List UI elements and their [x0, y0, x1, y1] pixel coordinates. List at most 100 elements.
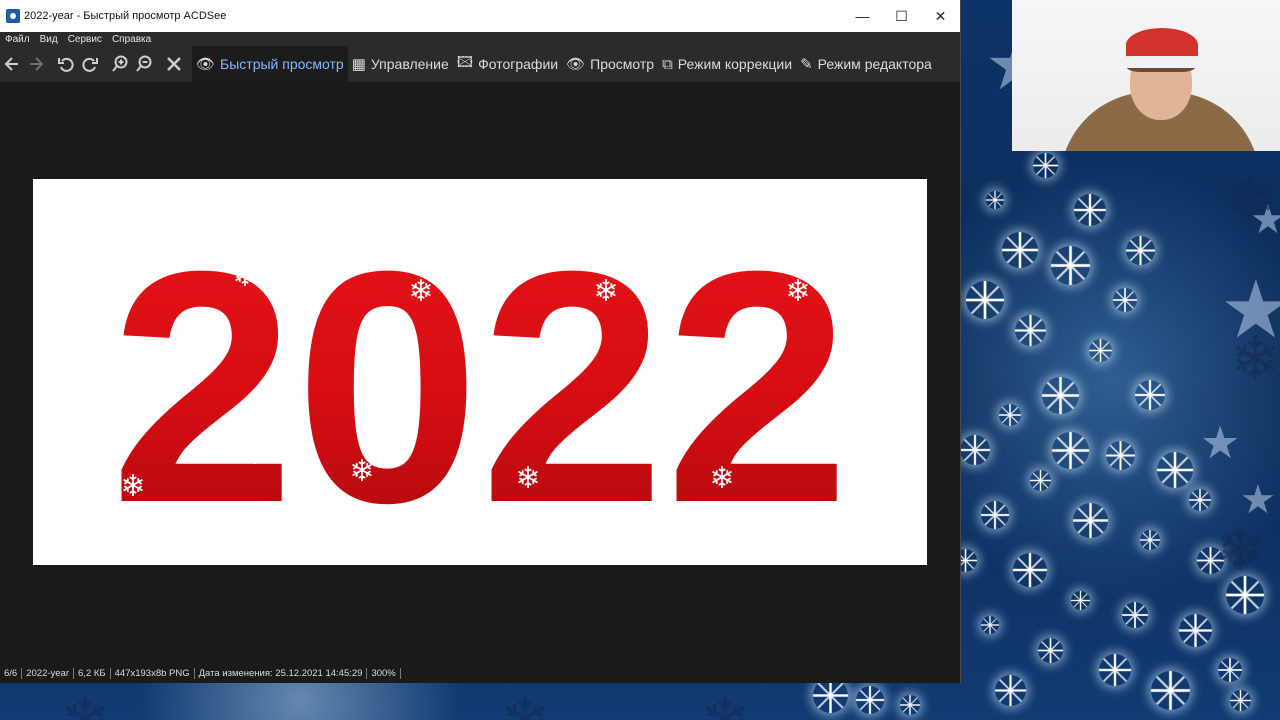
- sparkle-icon: [1125, 235, 1155, 265]
- maximize-button[interactable]: ☐: [882, 0, 921, 32]
- sparkle-icon: [999, 404, 1021, 426]
- rotate-right-icon[interactable]: [78, 46, 102, 82]
- sparkle-icon: [1050, 245, 1090, 285]
- sparkle-icon: [966, 281, 1004, 319]
- sparkle-icon: [1041, 376, 1079, 414]
- status-zoom[interactable]: 300%: [367, 668, 401, 679]
- status-dimensions: 447x193x8b PNG: [111, 668, 195, 679]
- rotate-left-icon[interactable]: [54, 46, 78, 82]
- sparkle-icon: [1135, 380, 1165, 410]
- title-bar[interactable]: 2022-year - Быстрый просмотр ACDSee — ☐ …: [0, 0, 960, 32]
- star-icon: ★: [1200, 417, 1241, 468]
- mode-label: Фотографии: [478, 56, 559, 72]
- snowflake-icon: ❄: [709, 461, 734, 496]
- snowflake-icon: ❄: [1230, 326, 1280, 393]
- sparkle-icon: [1013, 553, 1047, 587]
- snowflake-icon: ❄: [593, 274, 618, 309]
- sparkle-icon: [1178, 613, 1212, 647]
- sparkle-icon: [1051, 431, 1089, 469]
- sparkle-icon: [1088, 338, 1112, 362]
- sparkle-icon: [1113, 288, 1137, 312]
- sparkle-icon: [1229, 689, 1251, 711]
- sparkle-icon: [1218, 658, 1242, 682]
- webcam-overlay: [1012, 0, 1280, 151]
- sparkle-icon: [1070, 590, 1090, 610]
- snowflake-icon: ❄: [349, 454, 374, 489]
- menu-bar: Файл Вид Сервис Справка: [0, 32, 960, 46]
- zoom-out-icon[interactable]: [132, 46, 156, 82]
- sparkle-icon: [1014, 314, 1046, 346]
- sparkle-icon: [1189, 489, 1211, 511]
- sparkle-icon: [994, 674, 1026, 706]
- sparkle-icon: [1002, 232, 1038, 268]
- santa-hat-band: [1122, 56, 1202, 68]
- snowflake-icon: ❄: [1215, 516, 1266, 583]
- sparkle-icon: [1037, 637, 1063, 663]
- window-title: 2022-year - Быстрый просмотр ACDSee: [24, 10, 227, 22]
- mode-label: Быстрый просмотр: [220, 56, 344, 72]
- menu-view[interactable]: Вид: [35, 34, 63, 45]
- toolbar: 👁 Быстрый просмотр ▦ Управление 🖾 Фотогр…: [0, 46, 960, 82]
- mode-view[interactable]: 👁 Просмотр: [562, 46, 658, 82]
- sparkle-icon: [1157, 452, 1193, 488]
- arrow-left-icon[interactable]: [0, 46, 24, 82]
- displayed-image: 2022 ❄ ❄ ❄ ❄ ❄ ❄ ❄ ❄ ❄: [33, 179, 927, 565]
- mode-edit[interactable]: ✎ Режим редактора: [796, 46, 936, 82]
- year-digits: 2022: [110, 202, 850, 565]
- snowflake-icon: ❄: [408, 274, 433, 309]
- sparkle-icon: [960, 435, 990, 465]
- close-icon[interactable]: [162, 46, 186, 82]
- sparkle-icon: [1140, 530, 1160, 550]
- sparkle-icon: [1072, 502, 1108, 538]
- acdsee-window: 2022-year - Быстрый просмотр ACDSee — ☐ …: [0, 0, 961, 683]
- menu-tools[interactable]: Сервис: [63, 34, 107, 45]
- minimize-button[interactable]: —: [843, 0, 882, 32]
- sparkle-icon: [1074, 194, 1106, 226]
- snowflake-icon: ❄: [515, 461, 540, 496]
- menu-file[interactable]: Файл: [0, 34, 35, 45]
- mode-quick-view[interactable]: 👁 Быстрый просмотр: [192, 46, 348, 82]
- zoom-in-icon[interactable]: [108, 46, 132, 82]
- snowflake-icon: ❄: [120, 469, 145, 504]
- edit-icon: ✎: [800, 56, 813, 73]
- snowflake-icon: ❄: [232, 259, 257, 294]
- sparkle-icon: [1029, 469, 1051, 491]
- mode-label: Режим редактора: [817, 56, 932, 72]
- sparkle-icon: [1122, 602, 1148, 628]
- status-file-size: 6,2 КБ: [74, 668, 111, 679]
- snowflake-icon: ❄: [1225, 166, 1276, 233]
- mode-manage[interactable]: ▦ Управление: [348, 46, 453, 82]
- grid-icon: ▦: [351, 56, 366, 73]
- status-bar: 6/6 2022-year 6,2 КБ 447x193x8b PNG Дата…: [0, 664, 960, 683]
- mode-photos[interactable]: 🖾 Фотографии: [453, 46, 562, 82]
- sparkle-icon: [986, 191, 1004, 209]
- image-2022-graphic: 2022 ❄ ❄ ❄ ❄ ❄ ❄ ❄ ❄ ❄: [110, 202, 850, 565]
- snowflake-icon: ❄: [242, 437, 267, 472]
- mode-develop[interactable]: ⧉ Режим коррекции: [658, 46, 796, 82]
- develop-icon: ⧉: [662, 55, 673, 73]
- snowflake-icon: ❄: [60, 686, 111, 720]
- snowflake-icon: ❄: [500, 686, 551, 720]
- mode-label: Управление: [370, 56, 449, 72]
- sparkle-icon: [981, 616, 999, 634]
- sparkle-icon: [1099, 654, 1131, 686]
- status-index: 6/6: [0, 668, 23, 679]
- arrow-right-icon[interactable]: [24, 46, 48, 82]
- image-viewer-area[interactable]: 2022 ❄ ❄ ❄ ❄ ❄ ❄ ❄ ❄ ❄: [0, 82, 960, 664]
- sparkle-icon: [1150, 670, 1190, 710]
- acdsee-app-icon[interactable]: [6, 9, 20, 23]
- eye-icon: 👁: [196, 56, 216, 73]
- mode-label: Просмотр: [590, 56, 655, 72]
- sparkle-icon: [981, 501, 1009, 529]
- star-icon: ★: [1240, 478, 1276, 522]
- snowflake-icon: ❄: [785, 274, 810, 309]
- sparkle-icon: [900, 695, 920, 715]
- sparkle-icon: [1032, 152, 1058, 178]
- sparkle-icon: [1105, 440, 1135, 470]
- status-filename: 2022-year: [22, 668, 74, 679]
- mode-label: Режим коррекции: [677, 56, 793, 72]
- eye-icon: 👁: [566, 56, 586, 73]
- menu-help[interactable]: Справка: [107, 34, 156, 45]
- close-window-button[interactable]: ✕: [921, 0, 960, 32]
- snowflake-icon: ❄: [700, 686, 751, 720]
